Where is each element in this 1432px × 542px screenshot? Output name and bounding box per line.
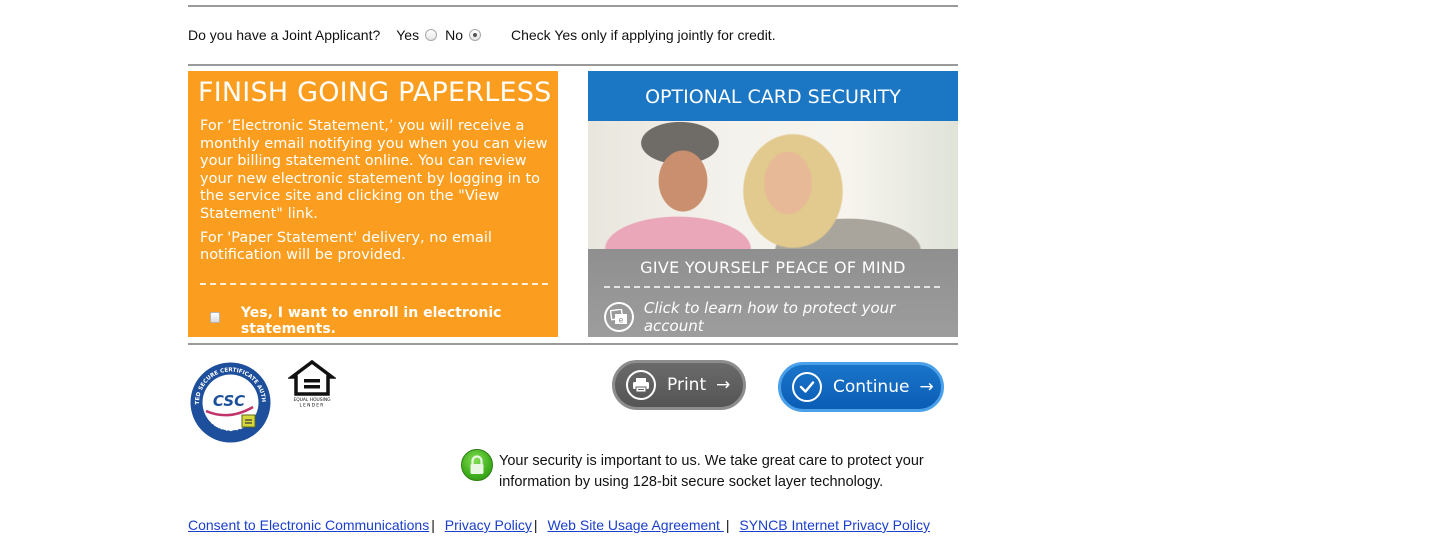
csc-trusted-seal-logo[interactable]: TRUSTED SECURE CERTIFICATE AUTHORITY POI… bbox=[186, 357, 272, 444]
link-separator: | bbox=[431, 517, 435, 533]
divider-lower bbox=[188, 343, 958, 345]
svg-text:e: e bbox=[618, 316, 623, 325]
privacy-policy-link[interactable]: Privacy Policy bbox=[445, 517, 532, 533]
couple-photo bbox=[588, 121, 958, 249]
print-button-label: Print bbox=[667, 375, 707, 395]
syncb-internet-privacy-policy-link[interactable]: SYNCB Internet Privacy Policy bbox=[739, 517, 930, 533]
yes-label: Yes bbox=[396, 27, 420, 43]
paperless-title: FINISH GOING PAPERLESS bbox=[198, 77, 552, 108]
check-circle-icon bbox=[792, 372, 822, 402]
paperless-paper-paragraph: For 'Paper Statement' delivery, no email… bbox=[200, 229, 492, 264]
paperless-panel: FINISH GOING PAPERLESS For ‘Electronic S… bbox=[188, 71, 558, 337]
footer-links: Consent to Electronic Communications | Pr… bbox=[188, 517, 930, 533]
paperless-description: For ‘Electronic Statement,’ you will rec… bbox=[200, 118, 550, 271]
learn-protect-account-text: Click to learn how to protect your accou… bbox=[643, 299, 896, 335]
paperless-dashed-divider bbox=[200, 283, 548, 285]
paperless-electronic-paragraph: For ‘Electronic Statement,’ you will rec… bbox=[200, 118, 548, 222]
arrow-right-icon: → bbox=[716, 375, 731, 395]
no-label: No bbox=[445, 27, 463, 43]
continue-button-label: Continue bbox=[833, 377, 910, 397]
continue-button[interactable]: Continue → bbox=[778, 362, 944, 412]
cards-icon: e bbox=[604, 302, 634, 332]
print-button[interactable]: Print → bbox=[612, 360, 746, 410]
card-security-footer: GIVE YOURSELF PEACE OF MIND e Click to l… bbox=[588, 249, 958, 337]
divider-top bbox=[188, 5, 958, 7]
enroll-label: Yes, I want to enroll in electronic stat… bbox=[240, 305, 502, 337]
joint-applicant-yes-option[interactable]: Yes bbox=[396, 27, 438, 43]
link-separator: | bbox=[533, 517, 538, 533]
equal-housing-lender-logo: EQUAL HOUSING LENDER bbox=[286, 359, 338, 410]
card-security-dashed-divider bbox=[604, 286, 940, 288]
card-security-banner[interactable]: OPTIONAL CARD SECURITY GIVE YOURSELF PEA… bbox=[588, 71, 958, 337]
csc-seal-center-text: CSC bbox=[213, 392, 245, 410]
link-separator: | bbox=[725, 517, 730, 533]
enroll-checkbox[interactable] bbox=[210, 311, 220, 323]
web-site-usage-agreement-link[interactable]: Web Site Usage Agreement bbox=[547, 517, 723, 533]
card-security-title: OPTIONAL CARD SECURITY bbox=[588, 71, 958, 121]
enroll-electronic-statements[interactable]: Yes, I want to enroll in electronic stat… bbox=[210, 297, 558, 337]
joint-applicant-question: Do you have a Joint Applicant? bbox=[188, 27, 381, 43]
printer-icon bbox=[626, 370, 656, 400]
divider-middle bbox=[188, 64, 958, 66]
consent-electronic-communications-link[interactable]: Consent to Electronic Communications bbox=[188, 517, 429, 533]
joint-applicant-no-option[interactable]: No bbox=[445, 27, 481, 43]
card-security-tagline: GIVE YOURSELF PEACE OF MIND bbox=[640, 258, 906, 277]
joint-applicant-hint: Check Yes only if applying jointly for c… bbox=[511, 27, 776, 43]
equal-housing-line2: LENDER bbox=[300, 403, 325, 409]
security-note: Your security is important to us. We tak… bbox=[499, 453, 924, 490]
joint-applicant-yes-radio[interactable] bbox=[425, 29, 438, 41]
joint-applicant-no-radio[interactable] bbox=[469, 29, 481, 41]
joint-applicant-row: Do you have a Joint Applicant? Yes No Ch… bbox=[188, 27, 776, 43]
equal-housing-line1: EQUAL HOUSING bbox=[293, 397, 331, 403]
learn-protect-account-link[interactable]: e Click to learn how to protect your acc… bbox=[604, 299, 958, 335]
arrow-right-icon: → bbox=[919, 377, 934, 397]
padlock-icon bbox=[461, 449, 493, 481]
